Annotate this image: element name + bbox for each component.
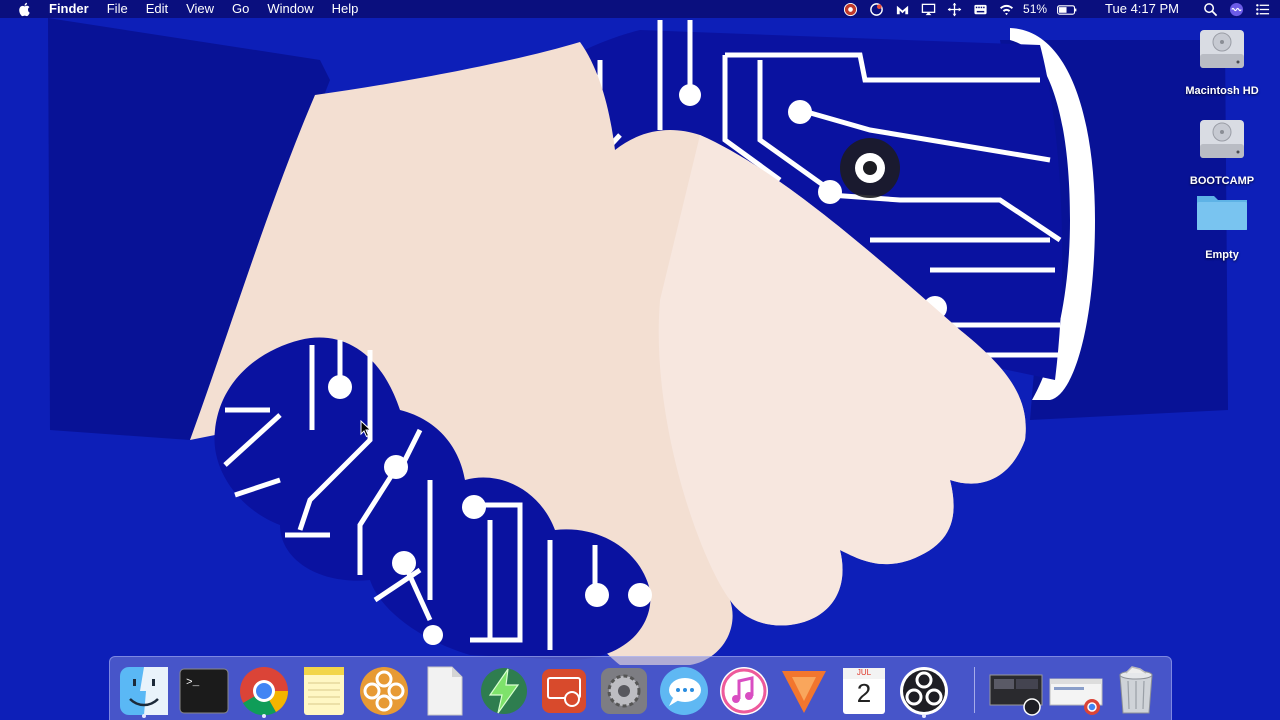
menu-bar: Finder File Edit View Go Window Help 51%… (0, 0, 1280, 18)
record-status-icon[interactable] (842, 1, 858, 17)
menu-window[interactable]: Window (258, 0, 322, 18)
dock-messages[interactable] (658, 665, 710, 717)
dock-plex[interactable] (358, 665, 410, 717)
dock-itunes[interactable] (718, 665, 770, 717)
hard-drive-icon (1200, 120, 1244, 158)
menu-go[interactable]: Go (223, 0, 258, 18)
dock-obs[interactable] (898, 665, 950, 718)
running-indicator (262, 714, 266, 718)
dock-zap[interactable] (478, 665, 530, 717)
triangle-icon (782, 671, 826, 713)
obs-icon (900, 667, 948, 715)
dock-separator (974, 667, 975, 713)
calendar-month: JUL (856, 668, 872, 677)
malwarebytes-icon[interactable] (894, 1, 910, 17)
dock-trash[interactable] (1110, 665, 1162, 717)
document-icon (427, 666, 463, 716)
folder-icon (1197, 196, 1247, 230)
dock-notes[interactable] (298, 665, 350, 717)
mouse-cursor-icon (360, 420, 372, 438)
notification-center-icon[interactable] (1254, 1, 1270, 17)
dock-terminal[interactable]: >_ (178, 665, 230, 717)
dock-vectorworks[interactable] (778, 665, 830, 717)
dock: >_ JUL 2 (109, 656, 1172, 720)
dock-chrome[interactable] (238, 665, 290, 718)
dock-minimized-chrome[interactable] (1048, 665, 1104, 717)
wifi-icon[interactable] (998, 1, 1014, 17)
desktop-icon-bootcamp[interactable]: BOOTCAMP (1177, 112, 1267, 187)
desktop-icon-macintosh-hd[interactable]: Macintosh HD (1177, 22, 1267, 97)
hard-drive-icon (1200, 30, 1244, 68)
click-indicator-icon (840, 138, 900, 198)
airplay-icon[interactable] (920, 1, 936, 17)
menu-help[interactable]: Help (323, 0, 368, 18)
menubar-clock[interactable]: Tue 4:17 PM (1105, 0, 1179, 18)
notes-icon (304, 667, 344, 715)
menu-file[interactable]: File (98, 0, 137, 18)
trash-icon (1119, 666, 1153, 714)
battery-icon[interactable] (1056, 1, 1078, 17)
desktop-wallpaper (0, 0, 1280, 720)
desktop-icon-label: Empty (1205, 249, 1239, 261)
keyboard-icon[interactable] (972, 1, 988, 17)
window-thumbnail-icon (989, 674, 1043, 716)
screen-sharing-icon (542, 669, 586, 713)
apple-menu-icon[interactable] (17, 1, 33, 17)
dock-calendar[interactable]: JUL 2 (838, 665, 890, 717)
running-indicator (142, 714, 146, 718)
dock-minimized-screenshot[interactable] (988, 665, 1044, 717)
menu-view[interactable]: View (177, 0, 223, 18)
chrome-icon (240, 667, 289, 716)
menu-app-finder[interactable]: Finder (47, 0, 98, 18)
dock-system-preferences[interactable] (598, 665, 650, 717)
desktop-icon-label: Macintosh HD (1185, 85, 1259, 97)
gear-icon (601, 668, 647, 714)
plex-icon (360, 667, 408, 715)
menu-edit[interactable]: Edit (137, 0, 177, 18)
running-indicator (922, 714, 926, 718)
dock-finder[interactable] (118, 665, 170, 718)
window-thumbnail-icon (1049, 678, 1103, 715)
dock-screen-sharing[interactable] (538, 665, 590, 717)
calendar-day: 2 (856, 678, 872, 708)
dock-textedit[interactable] (418, 665, 470, 717)
battery-percent[interactable]: 51% (1023, 0, 1047, 18)
move-icon[interactable] (946, 1, 962, 17)
lightning-icon (481, 668, 527, 714)
svg-text:>_: >_ (186, 677, 200, 689)
siri-icon[interactable] (1228, 1, 1244, 17)
app-status-icon[interactable] (868, 1, 884, 17)
terminal-icon: >_ (179, 668, 229, 714)
messages-icon (660, 667, 708, 715)
music-note-icon (720, 667, 768, 715)
desktop-icon-empty-folder[interactable]: Empty (1177, 186, 1267, 261)
finder-icon (120, 667, 168, 715)
spotlight-search-icon[interactable] (1202, 1, 1218, 17)
